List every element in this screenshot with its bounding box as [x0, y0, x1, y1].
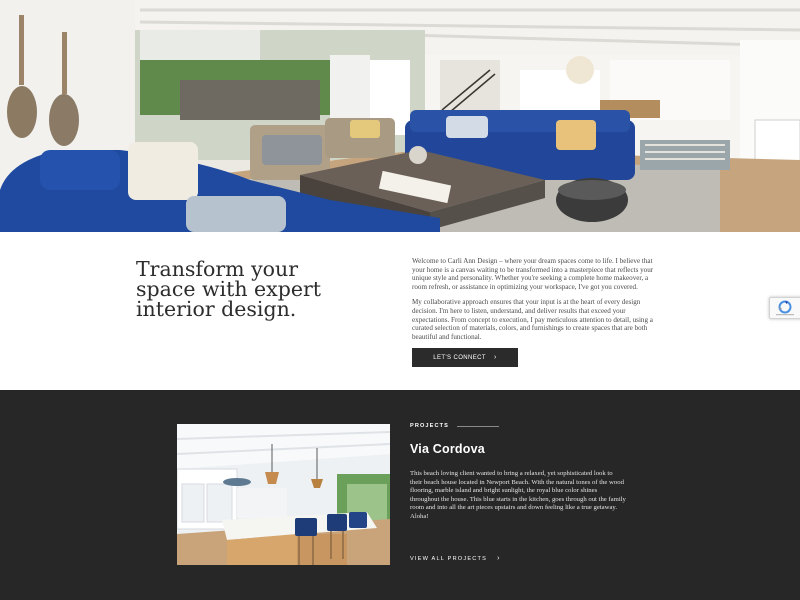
- chevron-right-icon: ›: [493, 354, 497, 361]
- recaptcha-badge[interactable]: [769, 297, 800, 319]
- projects-label-row: PROJECTS: [410, 423, 499, 429]
- intro-paragraph: Welcome to Carli Ann Design – where your…: [412, 257, 654, 291]
- project-image[interactable]: [177, 424, 390, 565]
- hero-illustration: [0, 0, 800, 232]
- view-all-projects-link[interactable]: VIEW ALL PROJECTS ›: [410, 555, 501, 562]
- projects-section: PROJECTS Via Cordova This beach loving c…: [0, 390, 800, 600]
- page-headline: Transform your space with expert interio…: [136, 257, 386, 321]
- lets-connect-button[interactable]: LET'S CONNECT ›: [412, 348, 518, 367]
- headline-line: Transform your: [136, 257, 299, 281]
- view-all-label: VIEW ALL PROJECTS: [410, 555, 488, 562]
- lets-connect-label: LET'S CONNECT: [433, 354, 486, 361]
- intro-section: Transform your space with expert interio…: [0, 232, 800, 390]
- headline-line: space with expert: [136, 277, 322, 301]
- projects-label: PROJECTS: [410, 423, 449, 429]
- intro-text: Welcome to Carli Ann Design – where your…: [412, 257, 662, 348]
- project-title[interactable]: Via Cordova: [410, 442, 485, 456]
- project-description: This beach loving client wanted to bring…: [410, 470, 626, 520]
- hero-image: [0, 0, 800, 232]
- kitchen-illustration: [177, 424, 390, 565]
- headline-line: interior design.: [136, 297, 297, 321]
- intro-paragraph: My collaborative approach ensures that y…: [412, 298, 653, 341]
- divider: [456, 425, 499, 427]
- chevron-right-icon: ›: [497, 555, 501, 562]
- recaptcha-icon: [776, 300, 794, 316]
